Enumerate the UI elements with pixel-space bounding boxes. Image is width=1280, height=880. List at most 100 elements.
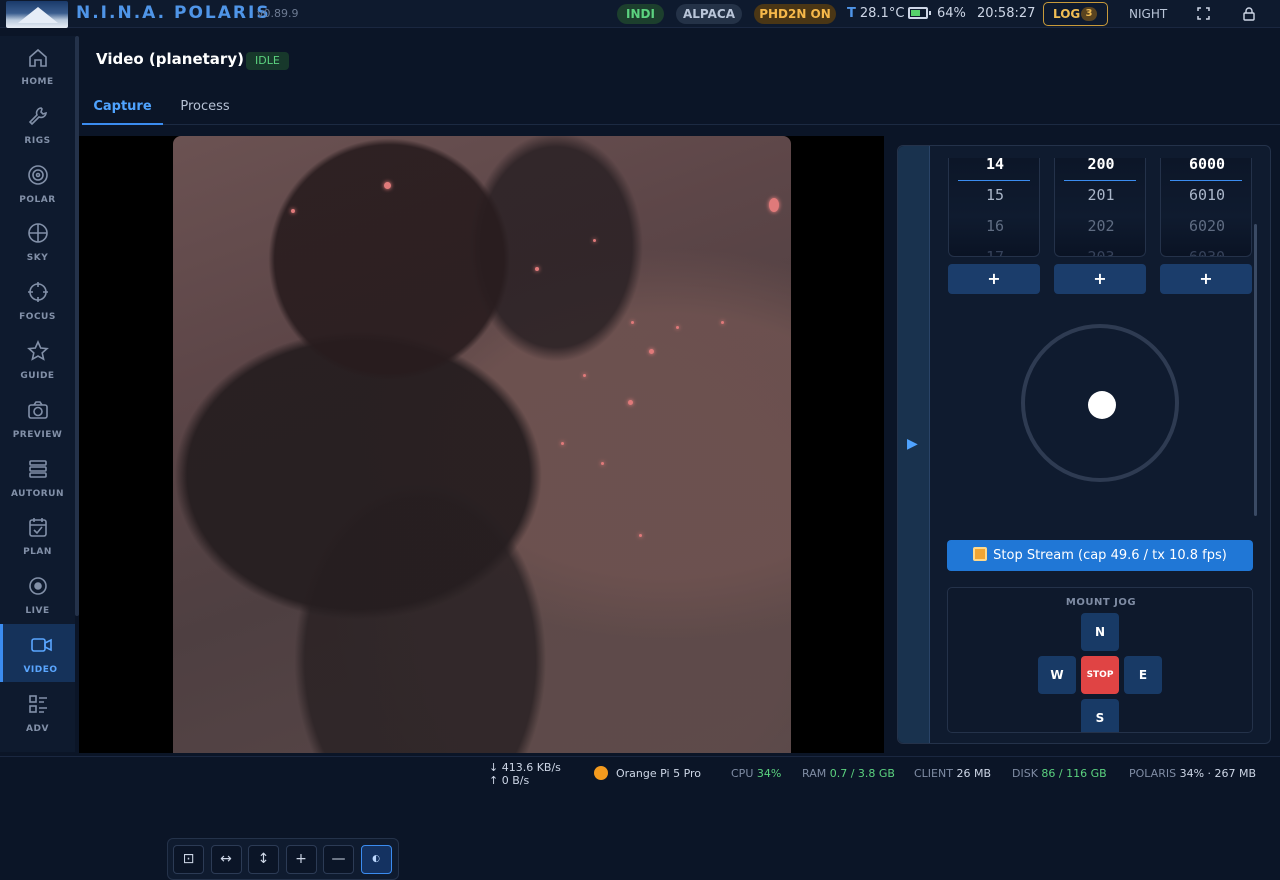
wheel-value: 15 [985,186,1005,204]
wrench-icon [28,106,47,125]
polar-target-icon [28,164,48,185]
status-footer: ↓ 413.6 KB/s ↑ 0 B/s Orange Pi 5 Pro CPU… [0,756,1280,788]
sidebar-item-polar[interactable]: POLAR [0,154,75,212]
moon-frame-image [173,136,791,753]
sidebar-item-adv[interactable]: ADV [0,683,75,741]
jog-east-button[interactable]: E [1124,656,1162,694]
mount-jog-panel: MOUNT JOG N W STOP E S [947,587,1253,733]
log-count-badge: 3 [1081,7,1097,21]
disk-stat: DISK 86 / 116 GB [1012,767,1107,780]
jog-stop-button[interactable]: STOP [1081,656,1119,694]
frames-wheel[interactable]: 6000 6010 6020 6030 [1160,158,1252,257]
home-icon [29,48,47,67]
video-preview[interactable]: ⊡ ↔ ↕ + — ◐ [79,136,884,880]
panel-collapse-strip[interactable]: ▶ [898,146,930,743]
log-label: LOG [1053,7,1081,21]
gain-plus-button[interactable]: + [1054,264,1146,294]
sidebar-item-preview[interactable]: PREVIEW [0,389,75,447]
temperature-readout: T 28.1°C [847,6,904,21]
exposure-plus-button[interactable]: + [948,264,1040,294]
sidebar-item-sky[interactable]: SKY [0,212,75,270]
wheel-selected-value: 200 [1087,158,1115,173]
tab-capture[interactable]: Capture [82,88,163,125]
focus-crosshair-icon [28,282,48,303]
night-mode-button[interactable]: NIGHT [1129,7,1167,21]
jog-west-button[interactable]: W [1038,656,1076,694]
sidebar-item-label: AUTORUN [10,488,65,499]
sidebar-item-rigs[interactable]: RIGS [0,95,75,153]
live-dot-icon [29,577,47,595]
battery-icon [908,7,931,19]
wheel-selected-value: 6000 [1188,158,1226,173]
wheel-value: 203 [1087,248,1115,257]
wheel-value: 6010 [1188,186,1226,204]
zoom-in-icon[interactable]: + [285,845,317,874]
sidebar-item-guide[interactable]: GUIDE [0,330,75,388]
fit-icon[interactable]: ⊡ [173,845,204,874]
phd2-status-badge[interactable]: PHD2N ON [754,4,836,24]
stretch-toggle-icon[interactable]: ◐ [360,845,392,874]
sidebar-item-label: ADV [26,723,49,734]
sidebar-item-label: PREVIEW [12,429,63,440]
cpu-stat: CPU 34% [731,767,782,780]
sidebar-item-label: HOME [21,77,54,87]
clock: 20:58:27 [977,6,1036,21]
temperature-label: T [847,6,856,21]
ram-stat: RAM 0.7 / 3.8 GB [802,767,895,780]
sidebar-item-label: RIGS [24,135,51,146]
stop-stream-button[interactable]: Stop Stream (cap 49.6 / tx 10.8 fps) [947,540,1253,571]
wheel-value: 17 [985,248,1005,257]
status-badge: IDLE [246,52,289,70]
mount-jog-title: MOUNT JOG [1065,597,1137,608]
page-title: Video (planetary) [96,50,244,68]
app-version: v0.89.9 [257,7,299,20]
sidebar-item-focus[interactable]: FOCUS [0,271,75,329]
panel-scrollbar[interactable] [1254,224,1257,516]
frames-plus-button[interactable]: + [1160,264,1252,294]
sidebar-item-autorun[interactable]: AUTORUN [0,448,75,506]
alpaca-status-badge[interactable]: ALPACA [676,4,742,24]
sidebar-item-live[interactable]: LIVE [0,565,75,623]
app-logo [6,1,68,28]
joystick-knob[interactable] [1088,391,1116,419]
jog-south-button[interactable]: S [1081,699,1119,732]
gain-wheel[interactable]: 200 201 202 203 [1054,158,1146,257]
play-arrow-icon[interactable]: ▶ [907,436,918,452]
wheel-value: 6030 [1188,248,1226,257]
advanced-list-icon [29,694,47,713]
jog-north-button[interactable]: N [1081,613,1119,651]
tab-process[interactable]: Process [167,88,243,125]
client-stat: CLIENT 26 MB [914,767,991,780]
sidebar-item-label: VIDEO [23,665,58,675]
sidebar-item-video[interactable]: VIDEO [0,624,75,682]
wheel-value: 6020 [1188,217,1226,235]
network-down: ↓ 413.6 KB/s [489,761,561,774]
exposure-wheel[interactable]: 14 15 16 17 [948,158,1040,257]
sidebar-item-home[interactable]: HOME [0,36,75,94]
top-bar: N.I.N.A. POLARIS v0.89.9 INDI ALPACA PHD… [0,0,1280,28]
wheel-value: 202 [1087,217,1115,235]
network-up: ↑ 0 B/s [489,774,530,787]
joystick[interactable] [1021,324,1179,482]
battery-level: 64% [937,6,966,21]
zoom-out-icon[interactable]: — [323,845,354,874]
fit-height-icon[interactable]: ↕ [248,845,279,874]
download-rate: 413.6 KB/s [501,761,561,774]
indi-status-badge[interactable]: INDI [617,4,664,24]
fit-width-icon[interactable]: ↔ [210,845,242,874]
sidebar-item-label: PLAN [23,547,52,558]
sidebar-item-label: LIVE [25,606,50,617]
log-button[interactable]: LOG 3 [1043,2,1108,26]
app-title: N.I.N.A. POLARIS [76,3,271,23]
sidebar-item-plan[interactable]: PLAN [0,506,75,564]
temperature-value: 28.1°C [859,6,905,21]
fullscreen-icon[interactable] [1197,7,1210,20]
star-icon [27,340,49,361]
wheel-value: 16 [985,217,1005,235]
lock-icon[interactable] [1243,7,1255,21]
calendar-check-icon [29,518,47,538]
sidebar-item-label: FOCUS [19,312,56,323]
view-toolbar: ⊡ ↔ ↕ + — ◐ [167,838,399,880]
sidebar: HOME RIGS POLAR SKY FOCUS GUIDE PREVIEW AUTORUN… [0,36,75,752]
sidebar-item-label: GUIDE [20,371,55,381]
